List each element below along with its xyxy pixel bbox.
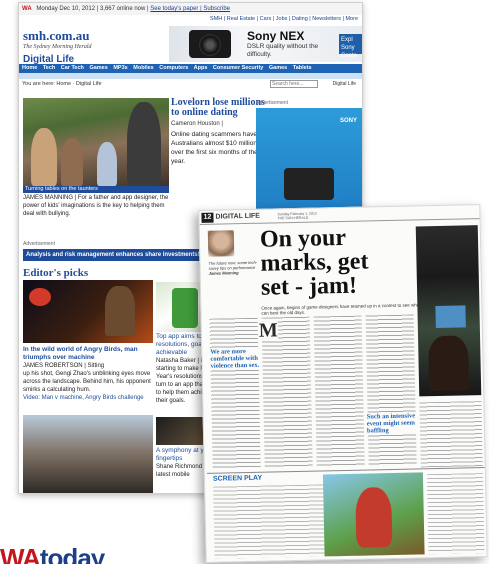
top-links[interactable]: See today's paper | Subscribe	[150, 6, 230, 12]
site-header: smh.com.au The Sydney Morning Herald Dig…	[19, 24, 362, 65]
nav-item[interactable]: Home	[22, 65, 37, 71]
gamer-photo	[415, 225, 482, 397]
lead-caption-bar[interactable]: Turning tables on the taunters	[23, 186, 169, 193]
wa-mark: WA	[22, 6, 32, 12]
ad-cta-button[interactable]: Expl Sony Cente	[339, 34, 362, 59]
drop-cap: M	[258, 319, 278, 342]
nav-item[interactable]: Mobiles	[133, 65, 153, 71]
story-byline: JAMES ROBERTSON | Sitting	[23, 363, 105, 369]
nav-item[interactable]: Tech	[43, 65, 55, 71]
game-character-image	[322, 472, 425, 557]
watoday-wa: WA	[0, 543, 41, 564]
video-link[interactable]: Video: Man v machine, Angry Birds challe…	[23, 394, 153, 402]
child-figure	[61, 138, 83, 186]
watoday-logo: WAtoday	[0, 543, 105, 564]
ad-strip-label: Advertisement	[23, 241, 55, 247]
ad-brand: Sony NEX	[247, 29, 305, 43]
nav-item[interactable]: Tablets	[293, 65, 312, 71]
sony-logo: SONY	[339, 118, 357, 124]
section-title[interactable]: Digital Life	[23, 54, 74, 65]
banner-ad[interactable]: Sony NEX DSLR quality without the diffic…	[169, 26, 362, 62]
story-body: up his shot, Gengi Zhao's unblinking eye…	[23, 371, 151, 393]
editors-picks-heading: Editor's picks	[23, 267, 89, 279]
author-photo	[207, 230, 235, 257]
paper-section: DIGITAL LIFE	[215, 212, 261, 221]
camera-icon	[189, 30, 231, 58]
site-logo-sub: The Sydney Morning Herald	[23, 44, 92, 50]
psy-photo[interactable]	[23, 415, 153, 493]
newspaper-page: 12 DIGITAL LIFE Sunday February 1, 2012 …	[198, 204, 488, 563]
paper-kicker: The future now: some tech-savvy tips on …	[208, 260, 258, 276]
nav-item[interactable]: MP3s	[113, 65, 127, 71]
nav-item[interactable]: Car Tech	[61, 65, 84, 71]
nav-item[interactable]: Computers	[159, 65, 188, 71]
online-count: 3,667 online now	[99, 6, 146, 12]
paper-date: Sunday February 1, 2012 THE SUN-HERALD	[277, 211, 317, 221]
phone-icon	[172, 288, 198, 328]
text-column	[209, 317, 261, 469]
father-figure	[127, 102, 161, 186]
section-rule	[206, 467, 485, 474]
lead-caption-kicker[interactable]: Turning tables on the taunters	[25, 186, 98, 192]
side-column-text	[419, 401, 483, 468]
monitor-shape	[435, 305, 466, 329]
nav-item[interactable]: Apps	[194, 65, 208, 71]
paper-header: 12 DIGITAL LIFE Sunday February 1, 2012 …	[199, 205, 480, 225]
lead-caption: JAMES MANNING | For a father and app des…	[23, 194, 169, 218]
pull-quote: We are more comfortable with violence th…	[210, 347, 261, 370]
camera-icon	[284, 168, 334, 200]
nav-item[interactable]: Consumer Security	[213, 65, 263, 71]
body-columns	[209, 314, 418, 469]
story-headline[interactable]: In the wild world of Angry Birds, man tr…	[23, 346, 153, 362]
nav-item[interactable]: Games	[269, 65, 287, 71]
date-text: Monday Dec 10, 2012	[36, 6, 96, 12]
site-logo[interactable]: smh.com.au	[23, 28, 89, 44]
watoday-today: today	[39, 543, 105, 564]
top-strip: WA Monday Dec 10, 2012 | 3,667 online no…	[19, 3, 362, 15]
main-nav: Home Tech Car Tech Games MP3s Mobiles Co…	[19, 64, 362, 73]
pull-quote: Such an intensive event might seem baffl…	[366, 412, 418, 435]
child-figure	[31, 128, 57, 186]
text-column	[365, 314, 417, 466]
person-figure	[428, 335, 470, 392]
ad-tagline: DSLR quality without the difficulty.	[247, 43, 319, 58]
page-number: 12	[201, 212, 214, 223]
kicker-byline: James Manning	[208, 270, 239, 276]
breadcrumb[interactable]: You are here: Home · Digital Life	[22, 81, 102, 87]
search-scope-select[interactable]: Digital Life	[333, 80, 356, 88]
screen-play-heading: SCREEN PLAY	[212, 474, 263, 483]
screen-play-side-text	[426, 473, 485, 555]
text-column	[313, 315, 365, 467]
breadcrumb-row: You are here: Home · Digital Life Search…	[19, 79, 362, 90]
search-input[interactable]: Search here...	[270, 80, 318, 88]
man-figure	[105, 286, 135, 336]
network-links[interactable]: SMH | Real Estate | Cars | Jobs | Dating…	[19, 15, 362, 24]
child-figure	[97, 142, 117, 186]
nav-item[interactable]: Games	[89, 65, 107, 71]
game-character	[355, 487, 393, 548]
lead-caption-byline: JAMES MANNING | For a father and app	[23, 195, 133, 201]
story-angry-birds: In the wild world of Angry Birds, man tr…	[23, 346, 153, 402]
paper-standfirst: Once again, begins of game designers hav…	[261, 302, 420, 316]
advert-label: Advertisement	[256, 100, 288, 106]
kicker-text: The future now: some tech-savvy tips on …	[208, 259, 258, 271]
lead-story-photo[interactable]	[23, 98, 169, 186]
angry-birds-photo[interactable]	[23, 280, 153, 343]
paper-headline: On your marks, get set - jam!	[259, 224, 369, 301]
angry-bird-icon	[29, 288, 51, 306]
